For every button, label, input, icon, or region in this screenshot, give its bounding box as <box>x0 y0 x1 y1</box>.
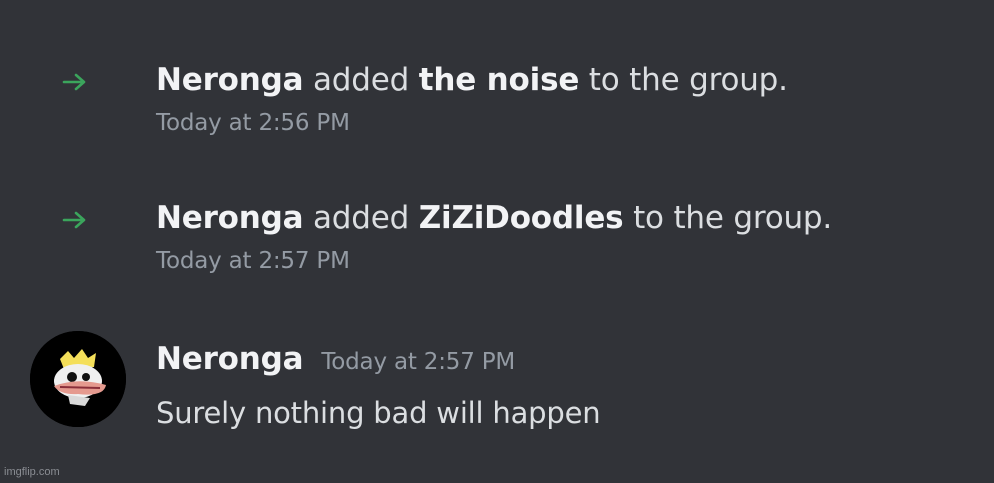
timestamp[interactable]: Today at 2:57 PM <box>156 246 350 276</box>
system-message-text: Neronga added the noise to the group. <box>156 58 788 102</box>
system-message: Neronga added the noise to the group. To… <box>0 58 994 158</box>
avatar[interactable] <box>30 331 126 427</box>
avatar-image <box>30 331 126 427</box>
system-message: Neronga added ZiZiDoodles to the group. … <box>0 196 994 296</box>
watermark: imgflip.com <box>4 466 60 478</box>
suffix: to the group. <box>633 200 833 236</box>
timestamp[interactable]: Today at 2:56 PM <box>156 108 350 138</box>
arrow-right-icon <box>62 72 88 92</box>
actor-name[interactable]: Neronga <box>156 62 304 98</box>
username[interactable]: Neronga <box>156 341 304 377</box>
suffix: to the group. <box>588 62 788 98</box>
arrow-right-icon <box>62 210 88 230</box>
system-message-text: Neronga added ZiZiDoodles to the group. <box>156 196 832 240</box>
verb: added <box>313 200 410 236</box>
message-content: Surely nothing bad will happen <box>156 396 601 430</box>
target-name[interactable]: ZiZiDoodles <box>419 200 624 236</box>
verb: added <box>313 62 410 98</box>
actor-name[interactable]: Neronga <box>156 200 304 236</box>
message-header: Neronga Today at 2:57 PM <box>156 337 515 381</box>
message-timestamp[interactable]: Today at 2:57 PM <box>321 349 515 375</box>
target-name[interactable]: the noise <box>419 62 580 98</box>
